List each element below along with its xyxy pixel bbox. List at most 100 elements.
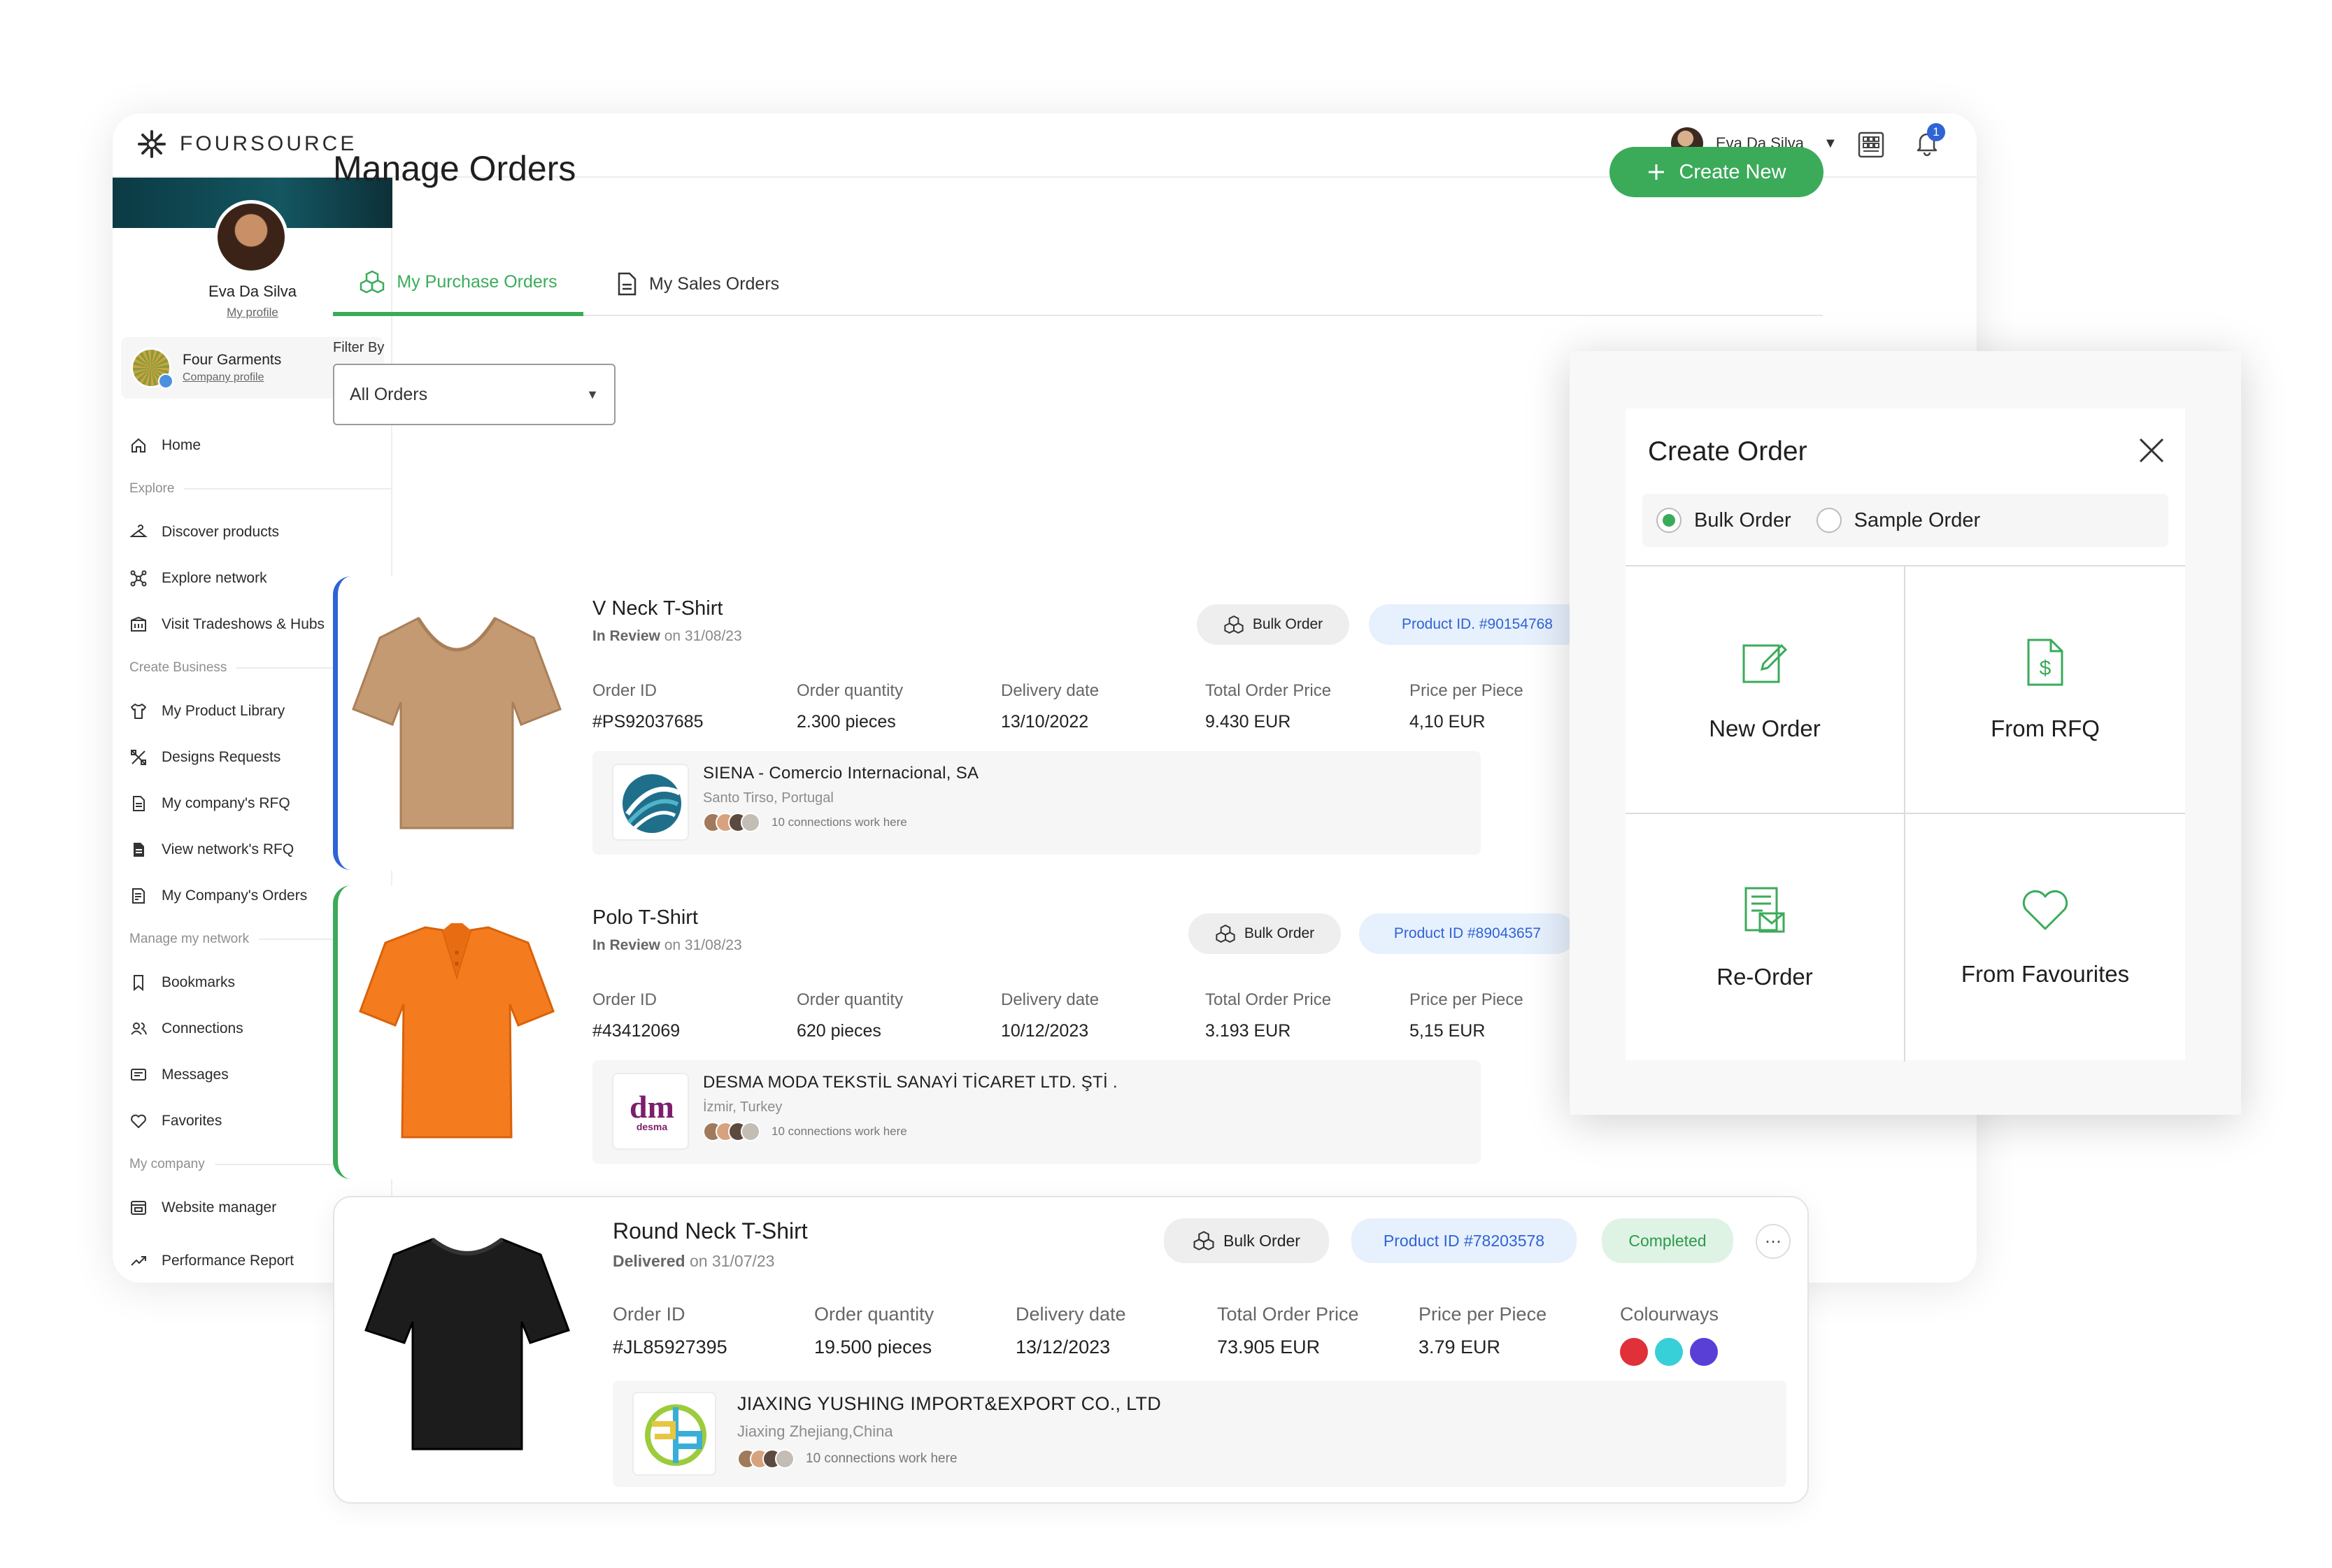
supplier-location: Santo Tirso, Portugal — [703, 790, 834, 806]
logo[interactable]: FOURSOURCE — [136, 129, 357, 159]
sidebar-item-label: Explore network — [162, 570, 267, 586]
boxes-icon — [1224, 615, 1244, 634]
order-card[interactable]: Polo T-Shirt In Review on 31/08/23 Bulk … — [333, 885, 1576, 1179]
supplier-card[interactable]: dm desma DESMA MODA TEKSTİL SANAYİ TİCAR… — [592, 1060, 1481, 1164]
order-card[interactable]: Round Neck T-Shirt Delivered on 31/07/23… — [333, 1196, 1809, 1504]
caret-down-icon: ▼ — [586, 387, 599, 401]
home-icon — [131, 438, 145, 452]
section-label: My company — [129, 1157, 205, 1171]
supplier-location: Jiaxing Zhejiang,China — [737, 1423, 893, 1440]
supplier-name: SIENA - Comercio Internacional, SA — [703, 764, 979, 783]
polo-tshirt-image — [359, 923, 555, 1139]
supplier-location: İzmir, Turkey — [703, 1099, 783, 1115]
section-label: Explore — [129, 481, 175, 496]
document-icon — [133, 796, 145, 811]
profile-avatar[interactable] — [214, 200, 288, 274]
bulk-order-radio[interactable]: Bulk Order — [1656, 508, 1791, 533]
order-id-field: Order ID #JL85927395 — [613, 1304, 727, 1357]
tab-my-purchase-orders[interactable]: My Purchase Orders — [333, 252, 583, 316]
svg-text:desma: desma — [637, 1121, 668, 1132]
sidebar-item-home[interactable]: Home — [113, 422, 392, 469]
total-price-field: Total Order Price 9.430 EUR — [1205, 681, 1332, 732]
price-per-piece-field: Price per Piece 3.79 EUR — [1419, 1304, 1547, 1357]
colourways-field: Colourways — [1620, 1304, 1821, 1366]
create-option-grid: New Order $ From RFQ Re-Order From Favou… — [1626, 565, 2185, 1062]
filter-label: Filter By — [333, 340, 385, 355]
sidebar-item-label: Visit Tradeshows & Hubs — [162, 616, 325, 632]
notification-badge: 1 — [1927, 123, 1945, 141]
order-title: V Neck T-Shirt — [592, 597, 723, 620]
sidebar-item-label: Connections — [162, 1020, 243, 1036]
status-badge: Completed — [1602, 1218, 1733, 1263]
re-order-option[interactable]: Re-Order — [1626, 814, 1905, 1062]
product-id-badge[interactable]: Product ID #78203578 — [1351, 1218, 1577, 1263]
close-icon[interactable] — [2135, 434, 2168, 467]
filter-select[interactable]: All Orders ▼ — [333, 364, 616, 425]
sidebar-item-discover-products[interactable]: Discover products — [113, 509, 392, 555]
design-tools-icon — [131, 750, 146, 765]
company-profile-link[interactable]: Company profile — [183, 371, 281, 384]
tab-label: My Sales Orders — [649, 273, 780, 294]
document-filled-icon — [134, 843, 144, 857]
order-status: Delivered on 31/07/23 — [613, 1252, 775, 1270]
product-id-badge[interactable]: Product ID #89043657 — [1359, 913, 1576, 954]
order-id-field: Order ID #PS92037685 — [592, 681, 704, 732]
filter-value: All Orders — [350, 384, 428, 404]
from-rfq-option[interactable]: $ From RFQ — [1905, 566, 2185, 814]
sidebar-section-explore: Explore — [113, 469, 392, 509]
boxes-icon — [360, 270, 385, 294]
radio-dot — [1656, 508, 1682, 533]
bookmark-icon — [134, 975, 143, 992]
plus-icon — [1649, 164, 1665, 180]
browser-icon — [131, 1201, 146, 1215]
notifications[interactable]: 1 — [1913, 123, 1945, 160]
sample-order-radio[interactable]: Sample Order — [1816, 508, 1980, 533]
create-new-label: Create New — [1679, 160, 1786, 183]
supplier-connections: 10 connections work here — [703, 813, 907, 832]
order-title: Round Neck T-Shirt — [613, 1218, 808, 1243]
svg-text:$: $ — [2040, 657, 2052, 680]
supplier-card[interactable]: JIAXING YUSHING IMPORT&EXPORT CO., LTD J… — [613, 1381, 1786, 1487]
more-options-button[interactable]: ⋯ — [1756, 1224, 1791, 1259]
company-logo — [131, 348, 173, 389]
vneck-tshirt-image — [352, 617, 562, 829]
heart-icon — [2022, 890, 2068, 930]
delivery-date-field: Delivery date 13/12/2023 — [1016, 1304, 1126, 1357]
new-order-option[interactable]: New Order — [1626, 566, 1905, 814]
apps-grid-icon[interactable] — [1857, 131, 1885, 159]
tab-my-sales-orders[interactable]: My Sales Orders — [616, 252, 779, 316]
supplier-card[interactable]: SIENA - Comercio Internacional, SA Santo… — [592, 751, 1481, 855]
create-order-dialog: Create Order Bulk Order Sample Order New… — [1626, 408, 2185, 1062]
connection-avatars — [703, 813, 760, 832]
delivery-date-field: Delivery date 10/12/2023 — [1001, 990, 1100, 1041]
section-label: Create Business — [129, 660, 227, 675]
messages-icon — [131, 1069, 146, 1081]
brand-name: FOURSOURCE — [180, 132, 357, 155]
bulk-order-badge: Bulk Order — [1188, 913, 1341, 954]
total-price-field: Total Order Price 73.905 EUR — [1217, 1304, 1359, 1357]
sidebar-item-label: Website manager — [162, 1199, 277, 1216]
order-fields: Order ID #43412069 Order quantity 620 piec… — [592, 990, 1614, 1041]
order-type-radio-group: Bulk Order Sample Order — [1642, 494, 2168, 547]
from-favourites-option[interactable]: From Favourites — [1905, 814, 2185, 1062]
connection-avatars — [737, 1449, 795, 1469]
order-quantity-field: Order quantity 19.500 pieces — [814, 1304, 934, 1357]
order-id-field: Order ID #43412069 — [592, 990, 681, 1041]
create-new-button[interactable]: Create New — [1609, 147, 1823, 197]
people-icon — [131, 1022, 147, 1035]
dollar-document-icon: $ — [2027, 639, 2063, 686]
supplier-connections: 10 connections work here — [737, 1449, 958, 1469]
company-name: Four Garments — [183, 352, 282, 368]
boxes-icon — [1216, 925, 1235, 943]
reorder-document-icon — [1744, 887, 1785, 933]
supplier-logo: dm desma — [612, 1073, 689, 1150]
network-icon — [130, 570, 147, 587]
order-fields: Order ID #JL85927395 Order quantity 19.500… — [613, 1304, 1821, 1366]
document-icon — [618, 272, 637, 296]
order-card[interactable]: V Neck T-Shirt In Review on 31/08/23 Bul… — [333, 576, 1586, 870]
heart-icon — [131, 1114, 146, 1128]
supplier-connections: 10 connections work here — [703, 1122, 907, 1141]
product-id-badge[interactable]: Product ID. #90154768 — [1369, 604, 1586, 645]
sidebar-item-label: Messages — [162, 1067, 229, 1083]
supplier-logo — [612, 764, 689, 841]
